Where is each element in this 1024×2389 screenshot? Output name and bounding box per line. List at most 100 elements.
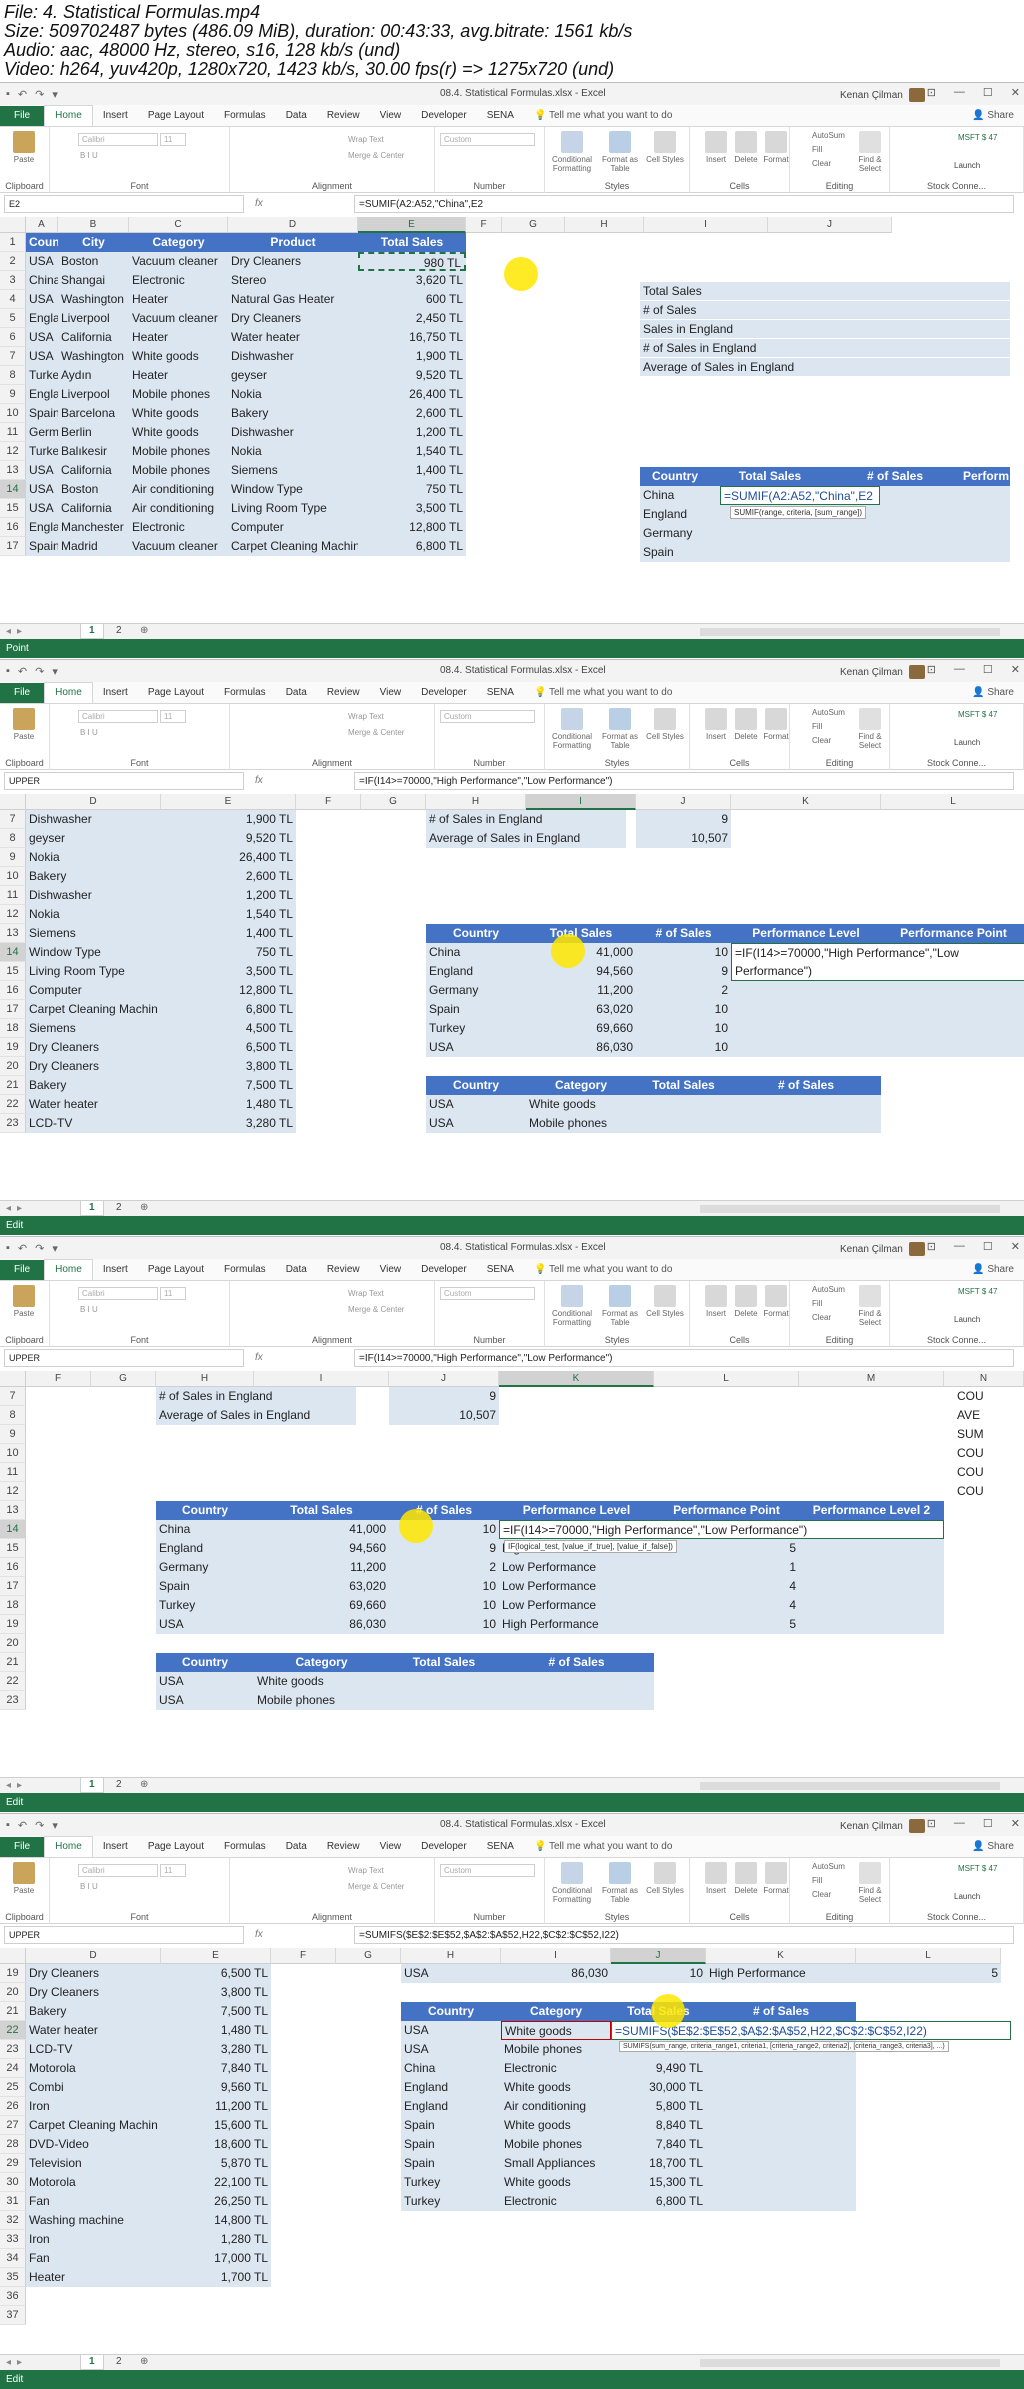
tab-data[interactable]: Data bbox=[276, 683, 317, 703]
sales-cell[interactable]: 1,700 TL bbox=[161, 2268, 271, 2287]
row-header-33[interactable]: 33 bbox=[0, 2230, 26, 2249]
merge-center-button[interactable]: Merge & Center bbox=[348, 1882, 404, 1891]
row-header-15[interactable]: 15 bbox=[0, 499, 26, 518]
table-cell[interactable]: Spain bbox=[26, 537, 58, 556]
sales-cell[interactable]: 17,000 TL bbox=[161, 2249, 271, 2268]
sales-cell[interactable]: 750 TL bbox=[161, 943, 296, 962]
paste-button[interactable]: Paste bbox=[4, 708, 44, 741]
perf-cell[interactable]: 2 bbox=[389, 1558, 499, 1577]
ribbon-display-icon[interactable]: ⊡ bbox=[927, 1240, 936, 1253]
conditional-formatting-button[interactable]: Conditional Formatting bbox=[552, 708, 592, 750]
product-cell[interactable]: Carpet Cleaning Machin bbox=[26, 1000, 161, 1019]
clear-button[interactable]: Clear bbox=[812, 1313, 831, 1322]
name-box[interactable]: UPPER bbox=[4, 1349, 244, 1367]
sales-cell[interactable]: 1,200 TL bbox=[161, 886, 296, 905]
table-cell[interactable]: USA bbox=[26, 347, 58, 366]
table-cell[interactable]: Vacuum cleaner bbox=[129, 537, 228, 556]
table-cell[interactable]: White goods bbox=[129, 404, 228, 423]
side-text[interactable]: SUM bbox=[954, 1425, 1014, 1444]
perf-cell[interactable]: 10 bbox=[389, 1577, 499, 1596]
row-header-7[interactable]: 7 bbox=[0, 1387, 26, 1406]
user-account[interactable]: Kenan Çilman bbox=[840, 665, 925, 679]
select-all-corner[interactable] bbox=[0, 1948, 26, 1964]
row-header-8[interactable]: 8 bbox=[0, 1406, 26, 1425]
side-text[interactable]: COU bbox=[954, 1463, 1014, 1482]
summary-label[interactable]: Sales in England bbox=[640, 320, 1010, 340]
format-as-table-button[interactable]: Format as Table bbox=[600, 708, 640, 750]
column-header-k[interactable]: K bbox=[706, 1948, 856, 1964]
share-button[interactable]: 👤 Share bbox=[972, 110, 1014, 121]
perf-total[interactable]: 69,660 bbox=[526, 1019, 636, 1038]
column-header-a[interactable]: A bbox=[26, 217, 58, 233]
find-select-button[interactable]: Find & Select bbox=[850, 131, 890, 173]
tab-page-layout[interactable]: Page Layout bbox=[138, 1837, 214, 1857]
sales-cell[interactable]: 7,840 TL bbox=[161, 2059, 271, 2078]
category-empty[interactable] bbox=[636, 1114, 881, 1133]
side-text[interactable]: COU bbox=[954, 1444, 1014, 1463]
top-point[interactable]: 5 bbox=[856, 1964, 1001, 1983]
summary-label[interactable]: # of Sales bbox=[640, 301, 1010, 321]
summary-label[interactable]: Total Sales bbox=[640, 282, 1010, 302]
sales-cell[interactable]: 3,280 TL bbox=[161, 2040, 271, 2059]
summary-header[interactable]: Perform bbox=[960, 466, 1010, 486]
row-header-17[interactable]: 17 bbox=[0, 1577, 26, 1596]
perf-count[interactable]: 10 bbox=[636, 1019, 731, 1038]
perf-cell[interactable]: 10 bbox=[389, 1615, 499, 1634]
sales-cell[interactable]: 26,400 TL bbox=[161, 848, 296, 867]
row-header-19[interactable]: 19 bbox=[0, 1038, 26, 1057]
table-cell[interactable]: California bbox=[58, 328, 129, 347]
category-header[interactable]: Category bbox=[526, 1076, 636, 1095]
summary-label[interactable]: # of Sales in England bbox=[640, 339, 1010, 359]
table-cell[interactable]: England bbox=[26, 385, 58, 404]
perf-count[interactable]: 10 bbox=[636, 1038, 731, 1057]
close-icon[interactable]: ✕ bbox=[1011, 1817, 1020, 1830]
row-header-1[interactable]: 1 bbox=[0, 233, 26, 252]
row-header-34[interactable]: 34 bbox=[0, 2249, 26, 2268]
launch-button[interactable]: Launch bbox=[954, 161, 980, 170]
font-size-box[interactable]: 11 bbox=[160, 133, 186, 146]
perf-cell[interactable]: Turkey bbox=[156, 1596, 254, 1615]
table-cell[interactable]: Mobile phones bbox=[129, 385, 228, 404]
table-cell[interactable]: 3,500 TL bbox=[358, 499, 466, 518]
perf-empty[interactable] bbox=[731, 1000, 1024, 1019]
cell-styles-button[interactable]: Cell Styles bbox=[645, 708, 685, 741]
table-cell[interactable]: 3,620 TL bbox=[358, 271, 466, 290]
side-text[interactable]: COU bbox=[954, 1387, 1014, 1406]
category-country[interactable]: China bbox=[401, 2059, 501, 2078]
category-name[interactable]: Mobile phones bbox=[254, 1691, 389, 1710]
column-header-c[interactable]: C bbox=[129, 217, 228, 233]
category-country[interactable]: England bbox=[401, 2097, 501, 2116]
row-header-4[interactable]: 4 bbox=[0, 290, 26, 309]
user-account[interactable]: Kenan Çilman bbox=[840, 1242, 925, 1256]
sheet-tab-1[interactable]: 1 bbox=[80, 624, 104, 639]
tab-formulas[interactable]: Formulas bbox=[214, 683, 276, 703]
tab-view[interactable]: View bbox=[370, 683, 412, 703]
fill-button[interactable]: Fill bbox=[812, 145, 822, 154]
close-icon[interactable]: ✕ bbox=[1011, 663, 1020, 676]
font-size-box[interactable]: 11 bbox=[160, 1864, 186, 1877]
fill-button[interactable]: Fill bbox=[812, 722, 822, 731]
name-box[interactable]: UPPER bbox=[4, 1926, 244, 1944]
row-header-16[interactable]: 16 bbox=[0, 981, 26, 1000]
column-header-e[interactable]: E bbox=[358, 217, 466, 233]
launch-button[interactable]: Launch bbox=[954, 1315, 980, 1324]
table-cell[interactable]: White goods bbox=[129, 347, 228, 366]
perf-country[interactable]: Germany bbox=[426, 981, 526, 1000]
bold-italic-underline[interactable]: B I U bbox=[80, 728, 98, 737]
summary-empty[interactable] bbox=[710, 523, 1010, 543]
sales-cell[interactable]: 1,480 TL bbox=[161, 2021, 271, 2040]
undo-icon[interactable]: ↶ bbox=[18, 88, 27, 101]
perf-cell[interactable]: 4 bbox=[654, 1596, 799, 1615]
product-cell[interactable]: Window Type bbox=[26, 943, 161, 962]
table-cell[interactable]: USA bbox=[26, 328, 58, 347]
column-header-h[interactable]: H bbox=[401, 1948, 501, 1964]
column-header-n[interactable]: N bbox=[944, 1371, 1024, 1387]
category-count[interactable] bbox=[706, 2173, 856, 2192]
tab-view[interactable]: View bbox=[370, 1260, 412, 1280]
table-cell[interactable]: 1,540 TL bbox=[358, 442, 466, 461]
product-cell[interactable]: Dry Cleaners bbox=[26, 1983, 161, 2002]
perf-cell[interactable]: USA bbox=[156, 1615, 254, 1634]
category-country[interactable]: Turkey bbox=[401, 2173, 501, 2192]
maximize-icon[interactable]: ☐ bbox=[983, 663, 993, 676]
tab-developer[interactable]: Developer bbox=[411, 683, 477, 703]
